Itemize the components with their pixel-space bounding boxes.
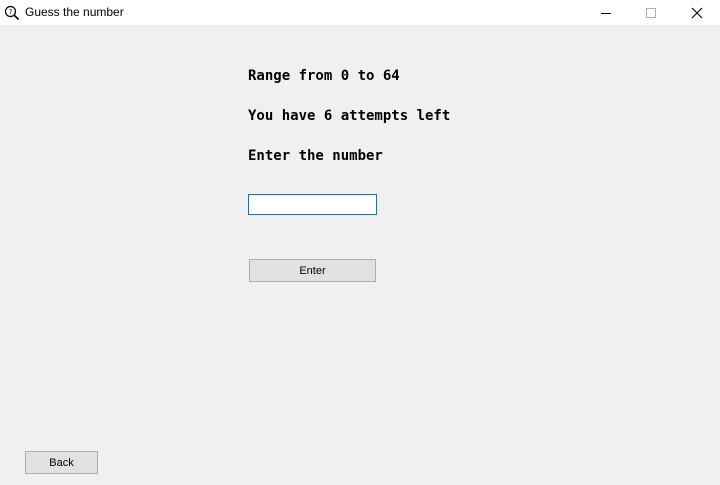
minimize-button[interactable] [583,0,629,25]
window-client-area: Range from 0 to 64 You have 6 attempts l… [0,25,720,485]
back-button[interactable]: Back [25,451,98,474]
title-bar[interactable]: ? Guess the number [0,0,720,25]
window-title: Guess the number [25,5,124,19]
close-icon [691,7,703,18]
magnifier-icon: ? [4,5,20,21]
range-label: Range from 0 to 64 [248,68,400,84]
enter-button[interactable]: Enter [249,259,376,282]
maximize-icon [646,7,656,18]
minimize-icon [601,12,611,14]
maximize-button[interactable] [628,0,674,25]
prompt-label: Enter the number [248,148,383,164]
attempts-label: You have 6 attempts left [248,108,451,124]
close-button[interactable] [674,0,720,25]
number-input[interactable] [248,194,377,215]
svg-text:?: ? [9,8,13,16]
